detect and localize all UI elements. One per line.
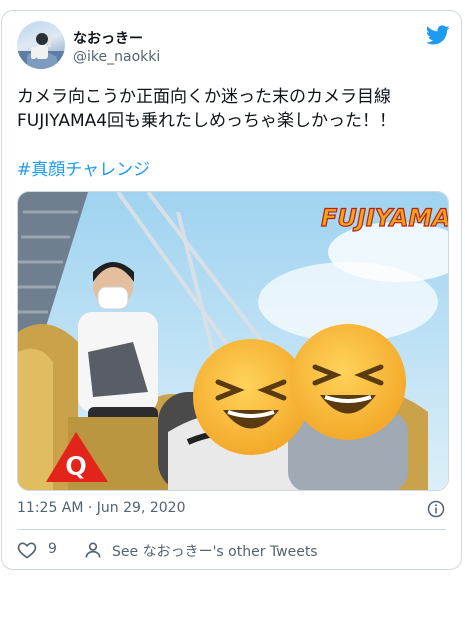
- svg-text:Q: Q: [65, 452, 87, 482]
- info-icon[interactable]: [427, 500, 445, 518]
- tweet-photo[interactable]: FUJIYAMA Q: [17, 191, 449, 491]
- hashtag-link[interactable]: #真顔チャレンジ: [17, 158, 150, 182]
- fujiyama-logo: FUJIYAMA: [321, 204, 449, 232]
- person-icon[interactable]: [83, 540, 103, 560]
- laughing-emoji-sticker: [193, 339, 309, 455]
- tweet-text: カメラ向こうか正面向くか迷った末のカメラ目線 FUJIYAMA4回も乗れたしめっ…: [17, 87, 397, 131]
- see-other-tweets-link[interactable]: See なおっきー's other Tweets: [112, 541, 318, 561]
- display-name[interactable]: なおっきー: [73, 28, 143, 48]
- avatar[interactable]: [17, 21, 65, 69]
- twitter-bird-icon[interactable]: [426, 23, 450, 47]
- divider: [17, 529, 446, 530]
- user-handle[interactable]: @ike_naokki: [73, 49, 160, 65]
- laughing-emoji-sticker: [290, 324, 406, 440]
- tweet-card: なおっきー @ike_naokki カメラ向こうか正面向くか迷った末のカメラ目線…: [1, 10, 462, 570]
- like-count[interactable]: 9: [48, 541, 57, 557]
- heart-icon[interactable]: [17, 540, 37, 560]
- tweet-timestamp[interactable]: 11:25 AM · Jun 29, 2020: [17, 500, 185, 516]
